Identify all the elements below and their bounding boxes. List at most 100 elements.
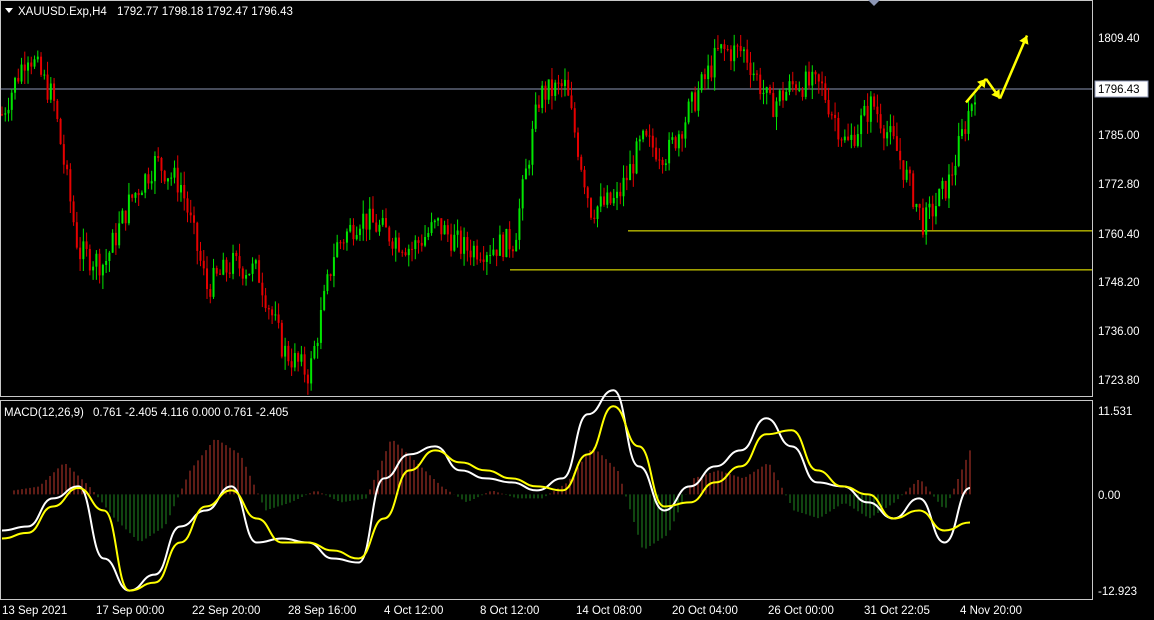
candle-body bbox=[398, 237, 401, 252]
macd-line bbox=[1, 389, 971, 592]
candle-body bbox=[863, 105, 866, 116]
candle-body bbox=[521, 179, 524, 209]
candle-body bbox=[56, 100, 59, 119]
candle-body bbox=[671, 137, 674, 140]
price-tick: 1785.00 bbox=[1098, 130, 1140, 142]
candle-body bbox=[114, 232, 117, 246]
candle-body bbox=[111, 232, 114, 253]
candle-body bbox=[144, 174, 147, 193]
candle-body bbox=[105, 260, 108, 265]
candle-body bbox=[466, 237, 469, 251]
candle-body bbox=[788, 81, 791, 92]
candle-body bbox=[886, 132, 889, 139]
candle-body bbox=[554, 82, 557, 96]
candle-body bbox=[414, 240, 417, 250]
candle-body bbox=[274, 314, 277, 316]
candle-body bbox=[941, 180, 944, 189]
candle-body bbox=[219, 273, 222, 275]
candle-body bbox=[33, 59, 36, 67]
candle-body bbox=[590, 198, 593, 218]
candle-body bbox=[472, 245, 475, 258]
candle-body bbox=[560, 83, 563, 87]
candle-body bbox=[489, 254, 492, 256]
candle-body bbox=[287, 345, 290, 362]
candle-body bbox=[772, 92, 775, 117]
candle-body bbox=[189, 212, 192, 216]
candle-body bbox=[202, 260, 205, 269]
candle-body bbox=[856, 134, 859, 146]
symbol-menu-icon[interactable] bbox=[5, 8, 13, 13]
candle-body bbox=[427, 233, 430, 238]
candle-body bbox=[599, 196, 602, 207]
candle-body bbox=[271, 309, 274, 316]
candle-body bbox=[388, 227, 391, 242]
candle-body bbox=[684, 122, 687, 139]
candle-body bbox=[183, 185, 186, 199]
candle-body bbox=[7, 109, 10, 114]
candle-body bbox=[723, 44, 726, 50]
candle-body bbox=[23, 64, 26, 71]
candle-body bbox=[235, 252, 238, 257]
candle-body bbox=[222, 259, 225, 275]
candle-body bbox=[147, 174, 150, 184]
candle-body bbox=[821, 81, 824, 84]
candle-body bbox=[505, 228, 508, 258]
trading-chart[interactable]: XAUUSD.Exp,H4 1792.77 1798.18 1792.47 17… bbox=[0, 0, 1154, 620]
candle-body bbox=[528, 164, 531, 169]
candle-body bbox=[873, 96, 876, 107]
candle-body bbox=[131, 194, 134, 198]
candle-body bbox=[79, 247, 82, 260]
candle-body bbox=[814, 71, 817, 75]
candle-body bbox=[329, 274, 332, 276]
candle-body bbox=[101, 264, 104, 276]
candle-body bbox=[716, 47, 719, 49]
candle-body bbox=[20, 64, 23, 82]
time-tick: 20 Oct 04:00 bbox=[672, 605, 738, 617]
price-tick: 1736.00 bbox=[1098, 326, 1140, 338]
candle-body bbox=[775, 101, 778, 117]
candle-body bbox=[518, 208, 521, 240]
candle-body bbox=[726, 49, 729, 51]
candle-body bbox=[915, 203, 918, 208]
candle-body bbox=[355, 235, 358, 240]
candle-body bbox=[179, 185, 182, 193]
candle-body bbox=[905, 169, 908, 180]
candle-body bbox=[95, 253, 98, 267]
candle-body bbox=[755, 73, 758, 75]
candle-body bbox=[261, 282, 264, 296]
forecast-arrows bbox=[965, 34, 1029, 104]
candle-body bbox=[391, 241, 394, 249]
candle-body bbox=[960, 129, 963, 137]
candle-body bbox=[622, 177, 625, 197]
candle-body bbox=[476, 245, 479, 260]
candle-body bbox=[619, 191, 622, 197]
candle-body bbox=[742, 49, 745, 52]
candle-body bbox=[27, 62, 30, 71]
candle-body bbox=[463, 237, 466, 254]
candle-body bbox=[817, 74, 820, 82]
candle-body bbox=[264, 295, 267, 309]
candle-body bbox=[300, 354, 303, 362]
candle-body bbox=[782, 90, 785, 101]
candle-body bbox=[681, 134, 684, 139]
candle-body bbox=[847, 136, 850, 140]
candle-body bbox=[492, 249, 495, 255]
candle-body bbox=[661, 159, 664, 166]
candle-body bbox=[866, 105, 869, 122]
candle-body bbox=[375, 222, 378, 232]
candle-body bbox=[768, 87, 771, 93]
candle-body bbox=[931, 203, 934, 217]
candle-body bbox=[192, 215, 195, 223]
candle-body bbox=[537, 104, 540, 108]
candle-body bbox=[53, 83, 56, 101]
candle-body bbox=[515, 239, 518, 252]
candle-body bbox=[206, 268, 209, 290]
chart-shift-marker[interactable] bbox=[868, 0, 880, 6]
candle-body bbox=[974, 102, 976, 105]
time-tick: 4 Oct 12:00 bbox=[384, 605, 443, 617]
candle-body bbox=[323, 290, 326, 310]
candle-body bbox=[944, 180, 947, 199]
candle-body bbox=[967, 111, 970, 134]
candle-body bbox=[459, 230, 462, 254]
price-tick: 1809.40 bbox=[1098, 33, 1140, 45]
